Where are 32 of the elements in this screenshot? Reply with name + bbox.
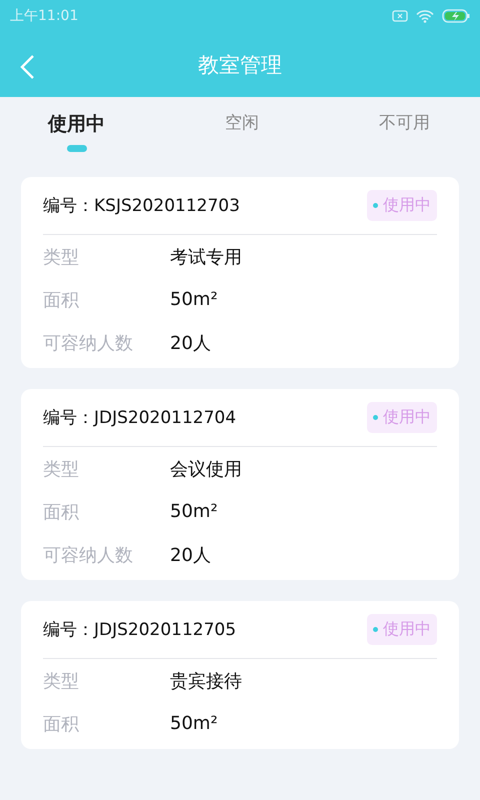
room-card[interactable]: 编号：KSJS2020112703 使用中 类型 考试专用 面积 50m² 可容纳人数 20人: [21, 177, 459, 368]
status-time: 上午11:01: [10, 7, 78, 25]
room-card[interactable]: 编号：JDJS2020112705 使用中 类型 贵宾接待 面积 50m²: [21, 601, 459, 749]
room-number: 编号：KSJS2020112703: [43, 195, 240, 217]
field-value: 50m²: [170, 713, 218, 734]
field-label: 面积: [43, 500, 80, 524]
status-text: 使用中: [383, 619, 431, 640]
page-title: 教室管理: [198, 52, 282, 78]
field-label: 面积: [43, 712, 80, 736]
back-icon: [18, 54, 36, 80]
field-label: 可容纳人数: [43, 332, 134, 354]
status-text: 使用中: [383, 195, 431, 216]
room-number: 编号：JDJS2020112704: [43, 407, 236, 429]
field-value: 50m²: [170, 501, 218, 522]
field-value: 20人: [170, 332, 211, 354]
field-value: 考试专用: [170, 246, 242, 268]
field-value: 贵宾接待: [170, 670, 242, 692]
room-card[interactable]: 编号：JDJS2020112704 使用中 类型 会议使用 面积 50m² 可容纳人数 20人: [21, 389, 459, 580]
field-value: 会议使用: [170, 458, 242, 480]
field-label: 类型: [43, 670, 80, 692]
tab[interactable]: 使用中: [48, 111, 105, 155]
wifi-icon: [416, 10, 434, 22]
field-label: 类型: [43, 246, 80, 268]
status-text: 使用中: [383, 407, 431, 428]
field-label: 可容纳人数: [43, 544, 134, 566]
field-value: 20人: [170, 544, 211, 566]
battery-icon: [442, 9, 470, 23]
field-value: 50m²: [170, 289, 218, 310]
room-number: 编号：JDJS2020112705: [43, 619, 236, 641]
field-label: 类型: [43, 458, 80, 480]
sim-icon: [392, 10, 408, 22]
field-label: 面积: [43, 288, 80, 312]
